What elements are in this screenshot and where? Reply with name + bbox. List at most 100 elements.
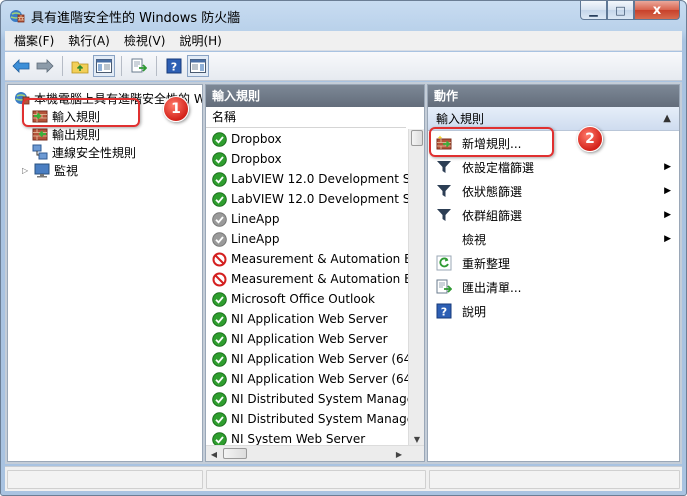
rule-name: NI Application Web Server	[231, 332, 388, 346]
table-row[interactable]: Microsoft Office Outlook	[206, 289, 409, 309]
table-row[interactable]: LineApp	[206, 229, 409, 249]
back-arrow-icon	[12, 59, 30, 73]
tree-item-label: 監視	[54, 163, 79, 178]
outbound-rules-icon	[32, 128, 48, 141]
toolbar-separator	[156, 56, 157, 76]
callout-number-1: 1	[163, 96, 189, 122]
table-row[interactable]: NI Application Web Server (64-b	[206, 369, 409, 389]
scroll-thumb[interactable]	[223, 448, 247, 459]
minimize-icon: ▁	[589, 3, 598, 17]
action-filter-by-group[interactable]: 依群組篩選 ▶	[428, 203, 679, 227]
menu-file[interactable]: 檔案(F)	[7, 32, 61, 49]
table-row[interactable]: Dropbox	[206, 129, 409, 149]
blocked-icon	[212, 272, 227, 286]
tree-item-label: 連線安全性規則	[52, 145, 137, 160]
enabled-check-icon	[212, 291, 227, 307]
collapse-icon[interactable]: ▲	[663, 113, 671, 124]
action-refresh[interactable]: 重新整理	[428, 251, 679, 275]
action-pane-button[interactable]	[187, 55, 209, 77]
tree-item-monitoring[interactable]: ▷ 監視	[22, 161, 78, 179]
close-icon: x	[652, 2, 662, 18]
maximize-button[interactable]: □	[607, 1, 634, 20]
export-list-icon	[436, 279, 452, 294]
table-row[interactable]: NI Distributed System Manager	[206, 389, 409, 409]
show-tree-icon	[96, 59, 112, 73]
enabled-check-icon	[212, 351, 227, 367]
rule-name: LineApp	[231, 232, 280, 246]
enabled-check-icon	[212, 411, 227, 427]
svg-text:?: ?	[171, 61, 177, 74]
table-row[interactable]: NI Application Web Server	[206, 329, 409, 349]
menu-action[interactable]: 執行(A)	[61, 32, 117, 49]
table-row[interactable]: NI Application Web Server	[206, 309, 409, 329]
maximize-icon: □	[615, 3, 626, 17]
status-cell-middle	[206, 470, 426, 489]
table-row[interactable]: NI Distributed System Manager	[206, 409, 409, 429]
table-row[interactable]: Measurement & Automation Ex	[206, 269, 409, 289]
close-button[interactable]: x	[634, 1, 680, 20]
monitoring-icon	[34, 163, 50, 178]
table-row[interactable]: LabVIEW 12.0 Development Sys	[206, 189, 409, 209]
callout-box-new-rule	[429, 127, 554, 157]
enabled-check-icon	[212, 311, 227, 327]
action-label: 依狀態篩選	[462, 184, 523, 199]
back-button[interactable]	[10, 55, 32, 77]
action-filter-by-profile[interactable]: 依設定檔篩選 ▶	[428, 155, 679, 179]
forward-arrow-icon	[36, 59, 54, 73]
menu-help[interactable]: 說明(H)	[172, 32, 228, 49]
filter-icon	[437, 209, 451, 221]
actions-pane-header: 動作	[428, 85, 679, 107]
action-help[interactable]: ? 說明	[428, 299, 679, 323]
status-cell-left	[7, 470, 203, 489]
scroll-left-icon[interactable]: ◀	[206, 446, 222, 461]
blocked-icon	[212, 252, 227, 266]
table-row[interactable]: NI Application Web Server (64-b	[206, 349, 409, 369]
title-bar: 具有進階安全性的 Windows 防火牆 ▁ □ x	[1, 1, 686, 31]
tree-item-outbound-rules[interactable]: 輸出規則	[32, 125, 100, 143]
export-button[interactable]	[128, 55, 150, 77]
minimize-button[interactable]: ▁	[580, 1, 607, 20]
rule-name: Dropbox	[231, 152, 282, 166]
rule-name: Measurement & Automation Ex	[231, 272, 409, 286]
action-export-list[interactable]: 匯出清單...	[428, 275, 679, 299]
firewall-globe-icon	[10, 10, 25, 23]
table-row[interactable]: Dropbox	[206, 149, 409, 169]
rule-list: Dropbox Dropbox LabVIEW 12.0 Development S…	[206, 129, 409, 447]
rule-name: NI System Web Server	[231, 432, 366, 446]
rule-name: LabVIEW 12.0 Development Sys	[231, 172, 409, 186]
rule-name: LineApp	[231, 212, 280, 226]
table-row[interactable]: LineApp	[206, 209, 409, 229]
rule-name: Microsoft Office Outlook	[231, 292, 375, 306]
rule-name: Measurement & Automation Ex	[231, 252, 409, 266]
up-button[interactable]	[69, 55, 91, 77]
filter-icon	[437, 161, 451, 173]
vertical-scrollbar[interactable]: ▲ ▼	[408, 129, 424, 447]
horizontal-scrollbar[interactable]: ◀ ▶	[206, 445, 424, 461]
enabled-check-icon	[212, 191, 227, 207]
menu-view[interactable]: 檢視(V)	[117, 32, 173, 49]
filter-icon	[437, 185, 451, 197]
table-row[interactable]: LabVIEW 12.0 Development Sys	[206, 169, 409, 189]
help-icon: ?	[166, 58, 182, 74]
show-tree-button[interactable]	[93, 55, 115, 77]
scroll-right-icon[interactable]: ▶	[391, 446, 407, 461]
firewall-window: 具有進階安全性的 Windows 防火牆 ▁ □ x 檔案(F) 執行(A) 檢…	[0, 0, 687, 496]
rule-name: NI Distributed System Manager	[231, 412, 409, 426]
submenu-arrow-icon: ▶	[664, 162, 671, 172]
rule-name: NI Application Web Server (64-b	[231, 352, 409, 366]
enabled-check-icon	[212, 371, 227, 387]
enabled-check-icon	[212, 331, 227, 347]
column-header-name[interactable]: 名稱	[206, 107, 406, 128]
disabled-check-icon	[212, 211, 227, 227]
forward-button[interactable]	[34, 55, 56, 77]
rule-name: NI Distributed System Manager	[231, 392, 409, 406]
table-row[interactable]: Measurement & Automation Ex	[206, 249, 409, 269]
scroll-thumb[interactable]	[411, 130, 423, 146]
help-toolbar-button[interactable]: ?	[163, 55, 185, 77]
tree-item-connection-security[interactable]: 連線安全性規則	[32, 143, 136, 161]
action-view[interactable]: 檢視 ▶	[428, 227, 679, 251]
action-filter-by-state[interactable]: 依狀態篩選 ▶	[428, 179, 679, 203]
expand-arrow-icon[interactable]: ▷	[22, 166, 32, 175]
action-label: 檢視	[462, 232, 487, 247]
connection-security-icon	[32, 144, 48, 160]
